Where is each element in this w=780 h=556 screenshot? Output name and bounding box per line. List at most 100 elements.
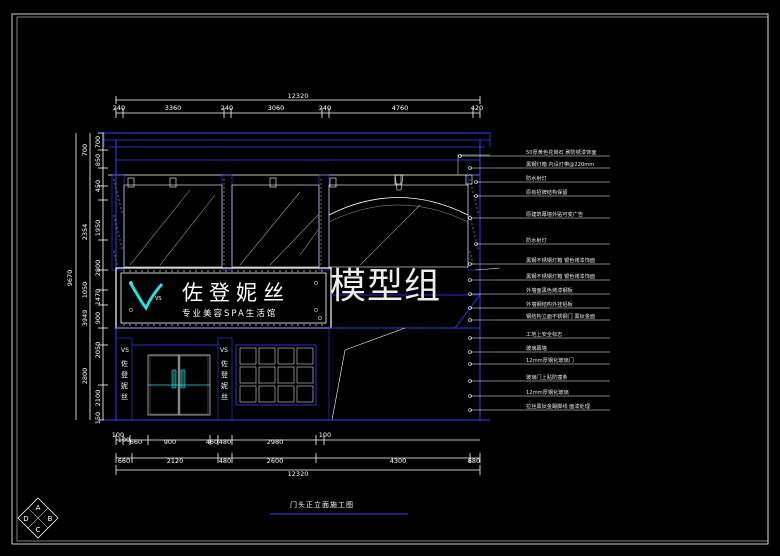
hatch-dot <box>115 187 117 189</box>
hatch-dot <box>115 223 117 225</box>
sign-dot <box>219 324 221 326</box>
side-sign-char: 妮 <box>221 381 228 390</box>
sign-name: 佐登妮丝 <box>182 281 290 305</box>
hatch-dot <box>223 215 225 217</box>
dim-left-inner: 150 <box>94 412 102 424</box>
hatch-dot <box>119 203 121 205</box>
sign-dot <box>231 324 233 326</box>
sign-dot <box>183 270 185 272</box>
sign-dot <box>189 270 191 272</box>
hatch-dot <box>116 263 118 265</box>
dim-left-mid: 1050 <box>81 282 89 299</box>
hatch-dot <box>320 235 322 237</box>
sign-dot <box>165 324 167 326</box>
sign-dot <box>159 270 161 272</box>
hatch-dot <box>223 195 225 197</box>
dim-bottom-part2: 4300 <box>390 457 407 465</box>
annotation-text: 黑钢不锈钢灯箱 银色烤漆饰面 <box>526 272 595 280</box>
sign-dot <box>273 270 275 272</box>
sign-dot <box>255 270 257 272</box>
annotation-text: 原有招牌结构保留 <box>526 188 568 196</box>
hatch-dot <box>223 247 225 249</box>
side-logo: VS <box>220 347 228 354</box>
showcase-cell <box>296 366 314 384</box>
dim-bottom-part: 100 <box>118 436 130 444</box>
dim-top-total: 12320 <box>288 92 309 100</box>
light-fixture <box>127 177 135 188</box>
hatch-dot <box>223 219 225 221</box>
hatch-dot <box>223 251 225 253</box>
dim-left-total: 9670 <box>66 270 74 287</box>
wall-reflection <box>331 327 406 421</box>
hatch-dot <box>121 247 123 249</box>
dim-bottom-part: 2980 <box>267 438 284 446</box>
annotation-text: 12mm厚钢化玻璃门 <box>526 356 574 364</box>
dim-top-part: 240 <box>221 104 233 112</box>
sign-dot <box>315 324 317 326</box>
hatch-dot <box>223 239 225 241</box>
hatch-dot <box>223 199 225 201</box>
dim-bottom-part: 480 <box>219 438 231 446</box>
dim-bottom-part2: 2600 <box>267 457 284 465</box>
hatch-dot <box>114 183 116 185</box>
hatch-dot <box>117 195 119 197</box>
showcase-cell <box>258 347 276 365</box>
sign-subtitle: 专业美容SPA生活馆 <box>182 308 277 319</box>
hatch-dot <box>477 211 479 213</box>
sign-dot <box>279 270 281 272</box>
hatch-dot <box>118 235 120 237</box>
hatch-dot <box>320 239 322 241</box>
logo-text: VS <box>155 296 162 302</box>
sign-dot <box>243 324 245 326</box>
hatch-dot <box>320 195 322 197</box>
hatch-dot <box>223 223 225 225</box>
sign-dot <box>285 270 287 272</box>
light-fixture <box>465 174 473 185</box>
hatch-dot <box>469 251 471 253</box>
showcase-cell <box>277 347 295 365</box>
spotlight <box>394 174 404 191</box>
hatch-dot <box>470 255 472 257</box>
light-fixture <box>269 177 277 188</box>
hatch-dot <box>320 243 322 245</box>
sign-dot <box>177 324 179 326</box>
arch <box>328 197 469 216</box>
hatch-dot <box>320 247 322 249</box>
dim-left-mid: 2800 <box>81 368 89 385</box>
sign-dot <box>123 324 125 326</box>
side-sign-char: 登 <box>121 370 128 379</box>
dim-bottom-total: 12320 <box>288 470 309 478</box>
reflection-line <box>239 191 301 266</box>
side-sign-char: 丝 <box>221 392 228 401</box>
dim-bottom-part: 900 <box>164 438 176 446</box>
hatch-dot <box>223 235 225 237</box>
hatch-dot <box>473 231 475 233</box>
sign-dot <box>273 324 275 326</box>
annotation-text: 外墙钢结构外挂铝板 <box>526 300 574 308</box>
hatch-dot <box>120 243 122 245</box>
sign-dot <box>195 270 197 272</box>
hatch-dot <box>320 227 322 229</box>
hatch-dot <box>320 187 322 189</box>
showcase-cell <box>258 366 276 384</box>
hatch-dot <box>471 259 473 261</box>
sign-dot <box>225 270 227 272</box>
sign-dot <box>129 324 131 326</box>
dim-left-inner: 450 <box>94 180 102 192</box>
compass-c: C <box>36 526 41 534</box>
sign-dot <box>249 270 251 272</box>
hatch-dot <box>320 263 322 265</box>
sign-dot <box>321 270 323 272</box>
dim-left-mid: 2354 <box>81 224 89 241</box>
annotation-text: 防水射灯 <box>526 174 547 182</box>
annotation-text: 外墙面黑色烤漆钢板 <box>526 286 574 294</box>
showcase-cell <box>277 385 295 403</box>
dim-left-mid: 700 <box>81 144 89 156</box>
sign-dot <box>267 324 269 326</box>
hatch-dot <box>223 191 225 193</box>
annotation-text: 防水射灯 <box>526 236 547 244</box>
sign-dot <box>177 270 179 272</box>
hatch-dot <box>320 251 322 253</box>
dim-top-part: 240 <box>113 104 125 112</box>
sign-dot <box>243 270 245 272</box>
